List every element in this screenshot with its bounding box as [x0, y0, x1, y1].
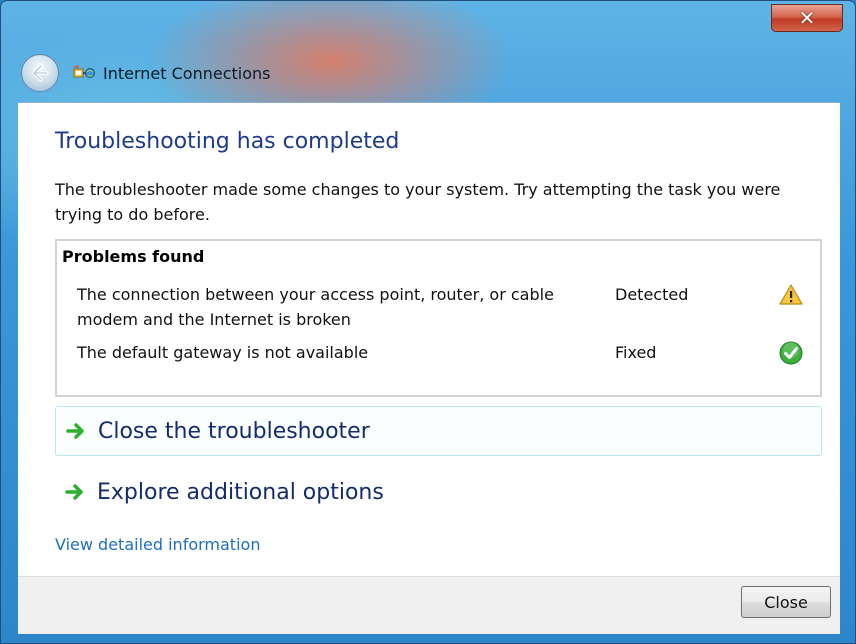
page-title: Troubleshooting has completed: [55, 129, 400, 154]
footer-bar: Close: [18, 576, 840, 634]
view-details-link[interactable]: View detailed information: [55, 535, 260, 554]
page-description: The troubleshooter made some changes to …: [55, 180, 781, 224]
back-button[interactable]: [21, 54, 59, 92]
warning-icon: [779, 284, 803, 305]
green-arrow-icon: [65, 484, 83, 500]
problems-panel: Problems found The connection between yo…: [55, 239, 822, 397]
close-troubleshooter-command[interactable]: Close the troubleshooter: [55, 406, 822, 456]
problem-description: The default gateway is not available: [77, 343, 369, 362]
command-label: Explore additional options: [97, 479, 384, 505]
problem-status: Detected: [615, 285, 689, 304]
main-content: Troubleshooting has completed The troubl…: [18, 102, 840, 577]
close-button[interactable]: Close: [741, 586, 831, 618]
window-close-button[interactable]: ✕: [771, 4, 843, 32]
window-frame: ✕ Internet Connections Troubleshooting h…: [0, 0, 856, 644]
green-arrow-icon: [66, 423, 84, 439]
window-title: Internet Connections: [103, 64, 271, 83]
command-label: Close the troubleshooter: [98, 418, 370, 444]
check-icon: [779, 341, 803, 365]
back-arrow-icon: [32, 64, 49, 82]
close-icon: ✕: [798, 6, 816, 30]
problem-description: The connection between your access point…: [77, 285, 554, 329]
network-connection-icon: [73, 65, 95, 78]
problems-title: Problems found: [62, 247, 205, 266]
explore-options-command[interactable]: Explore additional options: [55, 467, 822, 517]
problem-status: Fixed: [615, 343, 657, 362]
